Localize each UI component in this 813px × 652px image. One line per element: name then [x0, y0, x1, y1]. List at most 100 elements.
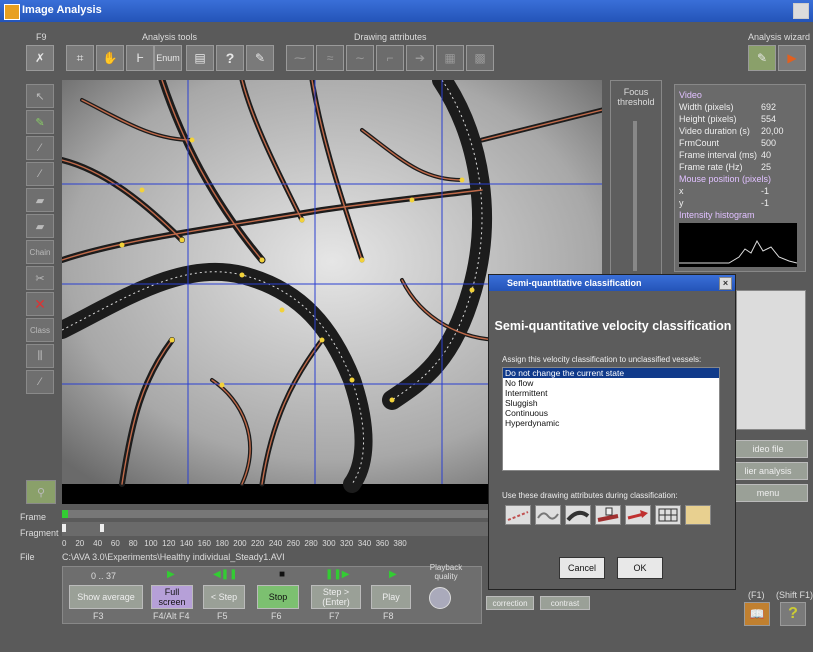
stop-button[interactable]: Stop	[257, 585, 299, 609]
info-row: FrmCount 500	[675, 137, 805, 149]
info-value: 554	[761, 114, 777, 124]
pen-icon[interactable]: ✎	[246, 45, 274, 71]
info-value: 40	[761, 150, 772, 160]
info-row: Frame interval (ms) 40	[675, 149, 805, 161]
class-button[interactable]: Class	[26, 318, 54, 342]
info-row: Frame rate (Hz) 25	[675, 161, 805, 173]
thin-line-icon[interactable]: ⁄	[26, 136, 54, 160]
list-item[interactable]: No flow	[503, 378, 719, 388]
attr-numbered-icon[interactable]: ⌐	[376, 45, 404, 71]
correction-button[interactable]: correction	[486, 596, 534, 610]
fragment-slider[interactable]	[62, 522, 492, 536]
enum-button[interactable]: Enum	[154, 45, 182, 71]
wizard-pen-icon[interactable]: ✎	[748, 45, 776, 71]
wizard-next-icon[interactable]: ▶	[778, 45, 806, 71]
list-item[interactable]: Hyperdynamic	[503, 418, 719, 428]
video-file-button[interactable]: ideo file	[728, 440, 808, 458]
attr-numbered-icon[interactable]	[595, 505, 621, 525]
chain-button[interactable]: Chain	[26, 240, 54, 264]
file-path: C:\AVA 3.0\Experiments\Healthy individua…	[62, 552, 285, 562]
frame-slider[interactable]	[62, 510, 492, 518]
play-green-icon: ▶	[167, 569, 175, 580]
hand-pan-icon[interactable]: ✋	[96, 45, 124, 71]
stop-black-icon: ■	[279, 569, 286, 580]
vessel-tree-icon[interactable]: Ⱶ	[126, 45, 154, 71]
info-key: FrmCount	[679, 138, 720, 148]
attr-arrow-icon[interactable]	[625, 505, 651, 525]
delete-icon[interactable]: ✕	[26, 292, 54, 316]
columns-icon[interactable]: ⫼	[26, 344, 54, 368]
select-frame-icon[interactable]: ⌗	[66, 45, 94, 71]
f1-label: (F1)	[748, 590, 765, 600]
fragment-end-marker[interactable]	[100, 524, 104, 532]
contrast-button[interactable]: contrast	[540, 596, 590, 610]
video-header: Video	[679, 90, 702, 100]
pencil-icon[interactable]: ✎	[26, 110, 54, 134]
key-hint: F5	[217, 611, 228, 621]
list-item[interactable]: Continuous	[503, 408, 719, 418]
document-icon[interactable]: ▤	[186, 45, 214, 71]
shift-f1-label: (Shift F1)	[776, 590, 813, 600]
context-help-icon[interactable]: ?	[780, 602, 806, 626]
info-key: y	[679, 198, 684, 208]
list-item[interactable]: Sluggish	[503, 398, 719, 408]
analysis-tools-label: Analysis tools	[142, 32, 198, 42]
close-window-button[interactable]	[793, 3, 809, 19]
key-hint: F6	[271, 611, 282, 621]
attr-wavy-line-icon[interactable]: ≈	[316, 45, 344, 71]
help-button[interactable]: ?	[216, 45, 244, 71]
cancel-button[interactable]: Cancel	[559, 557, 605, 579]
attr-curve-icon[interactable]: ∼	[346, 45, 374, 71]
ok-button[interactable]: OK	[617, 557, 663, 579]
book-help-icon[interactable]: 📖	[744, 602, 770, 626]
pointer-icon[interactable]: ↖	[26, 84, 54, 108]
blank-panel	[736, 290, 806, 430]
use-attributes-label: Use these drawing attributes during clas…	[502, 491, 678, 500]
network-icon[interactable]: ⚲	[26, 480, 56, 504]
clear-drawing-icon[interactable]: ✗	[26, 45, 54, 71]
focus-slider[interactable]	[633, 121, 637, 271]
focus-threshold-label: Focus threshold	[617, 87, 655, 107]
info-row: x -1	[675, 185, 805, 197]
classification-list[interactable]: Do not change the current state No flow …	[502, 367, 720, 471]
dialog-attribute-bar	[505, 505, 711, 525]
list-item[interactable]: Intermittent	[503, 388, 719, 398]
earlier-analysis-button[interactable]: lier analysis	[728, 462, 808, 480]
eraser-icon[interactable]: ⁄	[26, 370, 54, 394]
attr-grid-icon[interactable]: ▦	[436, 45, 464, 71]
info-key: Video duration (s)	[679, 126, 750, 136]
attr-texture-icon[interactable]: ▩	[466, 45, 494, 71]
focus-threshold-panel: Focus threshold	[610, 80, 662, 280]
attr-dashed-line-icon[interactable]: ⁓	[286, 45, 314, 71]
attr-arrow-icon[interactable]: ➔	[406, 45, 434, 71]
fill-area-icon[interactable]: ▰	[26, 214, 54, 238]
full-screen-button[interactable]: Full screen	[151, 585, 193, 609]
play-button[interactable]: Play	[371, 585, 411, 609]
info-key: Frame rate (Hz)	[679, 162, 743, 172]
assign-label: Assign this velocity classification to u…	[502, 355, 702, 364]
step-forward-button[interactable]: Step > (Enter)	[311, 585, 361, 609]
list-item[interactable]: Do not change the current state	[503, 368, 719, 378]
attr-dashed-line-icon[interactable]	[505, 505, 531, 525]
step-fwd-green-icon: ❚❚▶	[325, 569, 350, 580]
attr-grid-icon[interactable]	[655, 505, 681, 525]
attr-curve-icon[interactable]	[565, 505, 591, 525]
menu-button[interactable]: menu	[728, 484, 808, 502]
frame-thumb[interactable]	[62, 510, 68, 518]
medium-line-icon[interactable]: ∕	[26, 162, 54, 186]
playback-quality-dial[interactable]	[429, 587, 451, 609]
dialog-heading: Semi-quantitative velocity classificatio…	[494, 319, 732, 333]
step-back-green-icon: ◀❚❚	[213, 569, 238, 580]
window-title: Image Analysis	[22, 4, 102, 16]
info-value: 25	[761, 162, 772, 172]
attr-texture-icon[interactable]	[685, 505, 711, 525]
step-back-button[interactable]: < Step	[203, 585, 245, 609]
dialog-close-button[interactable]: ×	[719, 277, 732, 290]
play-fwd-green-icon: ▶	[389, 569, 397, 580]
show-average-button[interactable]: Show average	[69, 585, 143, 609]
fragment-start-marker[interactable]	[62, 524, 66, 532]
scissors-icon[interactable]: ✂	[26, 266, 54, 290]
attr-wavy-line-icon[interactable]	[535, 505, 561, 525]
info-value: 500	[761, 138, 777, 148]
thick-line-icon[interactable]: ▰	[26, 188, 54, 212]
